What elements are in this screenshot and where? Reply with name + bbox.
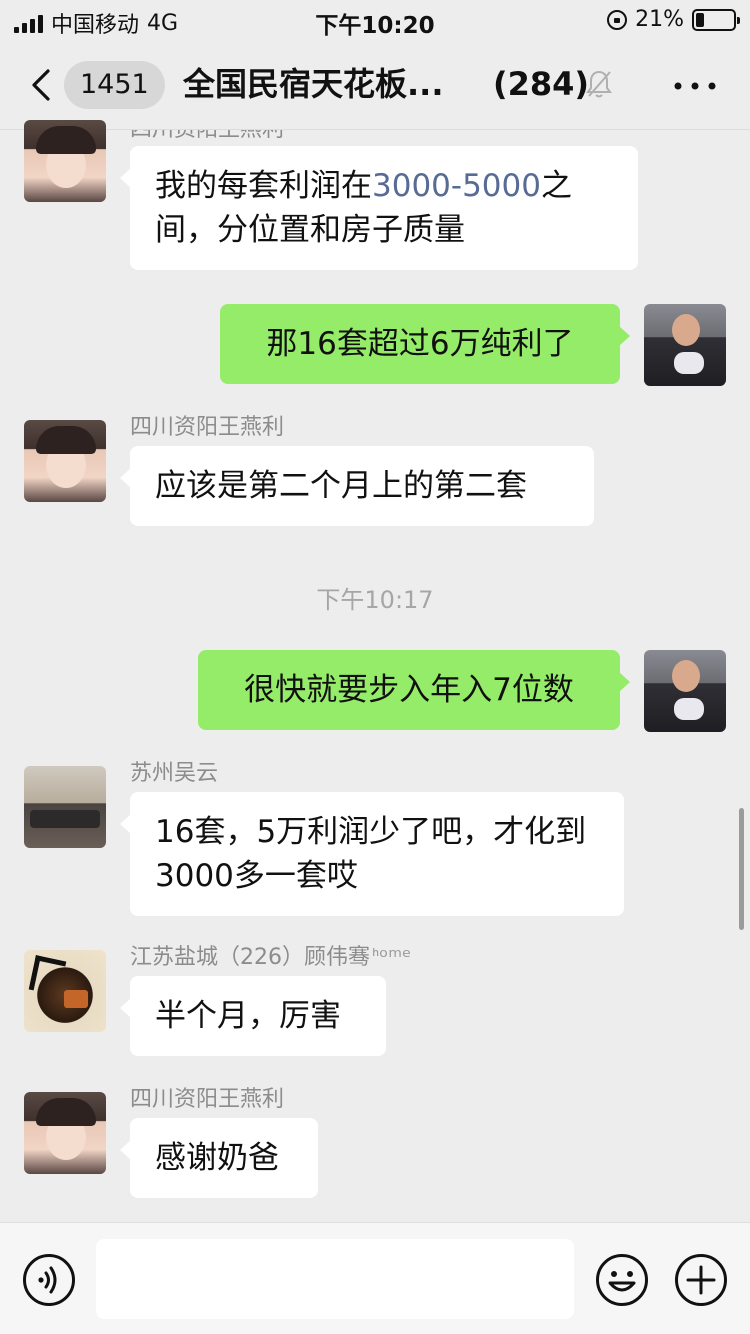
message-bubble[interactable]: 我的每套利润在3000-5000之间，分位置和房子质量	[120, 146, 638, 270]
voice-input-icon[interactable]	[22, 1253, 76, 1307]
avatar[interactable]	[24, 950, 106, 1032]
avatar[interactable]	[24, 120, 106, 202]
emoji-icon[interactable]	[595, 1253, 649, 1307]
message-bubble[interactable]: 16套，5万利润少了吧，才化到3000多一套哎	[120, 792, 624, 916]
avatar-self[interactable]	[644, 304, 726, 386]
message-bubble[interactable]: 感谢奶爸	[120, 1118, 318, 1198]
sender-name: 四川资阳王燕利	[130, 1087, 285, 1112]
message-bubble-outgoing[interactable]: 那16套超过6万纯利了	[220, 304, 630, 384]
message-bubble[interactable]: 半个月，厉害	[120, 976, 386, 1056]
sender-name: 苏州吴云	[130, 761, 219, 786]
chat-area: 四川资阳王燕利 我的每套利润在3000-5000之间，分位置和房子质量 那16套…	[0, 0, 750, 1334]
avatar[interactable]	[24, 1092, 106, 1174]
sender-name: 四川资阳王燕利	[130, 117, 285, 142]
sender-name-suffix: ᑋᵒᵐᵉ	[372, 945, 412, 970]
message-input[interactable]	[96, 1239, 574, 1319]
sender-name: 江苏盐城（226）顾伟骞ᑋᵒᵐᵉ	[130, 944, 411, 972]
sender-name: 四川资阳王燕利	[130, 415, 285, 440]
avatar[interactable]	[24, 766, 106, 848]
message-text: 我的每套利润在	[155, 168, 372, 204]
highlighted-number[interactable]: 3000-5000	[372, 168, 541, 204]
avatar[interactable]	[24, 420, 106, 502]
plus-more-icon[interactable]	[674, 1253, 728, 1307]
message-bubble[interactable]: 应该是第二个月上的第二套	[120, 446, 594, 526]
scrollbar-thumb[interactable]	[739, 808, 744, 930]
input-bar	[0, 1222, 750, 1334]
sender-name-text: 江苏盐城（226）顾伟骞	[130, 945, 370, 970]
message-bubble-outgoing[interactable]: 很快就要步入年入7位数	[198, 650, 630, 730]
avatar-self[interactable]	[644, 650, 726, 732]
timestamp: 下午10:17	[316, 586, 434, 614]
